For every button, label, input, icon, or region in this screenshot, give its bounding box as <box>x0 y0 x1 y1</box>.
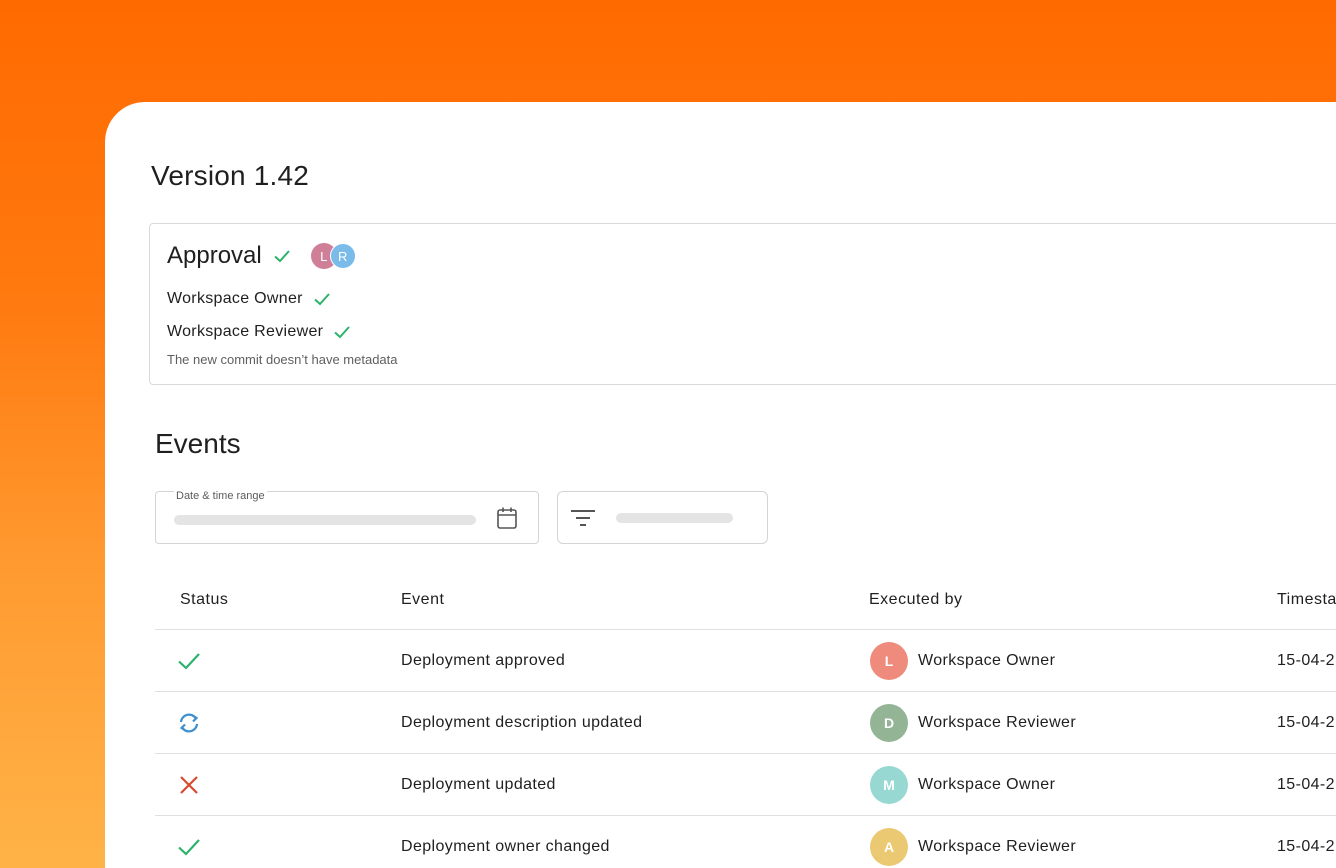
event-name: Deployment updated <box>401 776 556 793</box>
check-icon <box>334 326 351 339</box>
column-header-event[interactable]: Event <box>401 591 444 609</box>
filter-icon[interactable] <box>570 507 596 529</box>
calendar-icon[interactable] <box>496 506 518 530</box>
approver-avatars: L R <box>310 243 356 269</box>
filter-select[interactable] <box>557 491 768 544</box>
timestamp: 15-04-2 <box>1277 776 1335 793</box>
executed-by-name: Workspace Owner <box>918 776 1056 793</box>
timestamp: 15-04-2 <box>1277 714 1335 731</box>
column-header-executed-by[interactable]: Executed by <box>869 591 963 609</box>
approver-name: Workspace Owner <box>167 290 303 307</box>
avatar: M <box>870 766 908 804</box>
event-name: Deployment owner changed <box>401 838 610 855</box>
filter-placeholder <box>616 513 733 523</box>
timestamp: 15-04-2 <box>1277 838 1335 855</box>
executed-by-name: Workspace Owner <box>918 652 1056 669</box>
check-icon <box>274 250 290 263</box>
avatar: L <box>870 642 908 680</box>
approver-workspace-owner: Workspace Owner <box>167 290 331 308</box>
date-range-placeholder <box>174 515 476 525</box>
avatar: R <box>329 243 356 269</box>
close-icon <box>180 776 198 794</box>
avatar: A <box>870 828 908 866</box>
approval-card: Approval L R Workspace Owner Workspace R… <box>149 223 1336 385</box>
page-title: Version 1.42 <box>151 160 310 191</box>
avatar: D <box>870 704 908 742</box>
events-title: Events <box>155 428 241 459</box>
approval-header: Approval L R <box>167 242 356 270</box>
date-range-label: Date & time range <box>174 490 267 502</box>
approval-note: The new commit doesn’t have metadata <box>167 352 398 367</box>
approver-name: Workspace Reviewer <box>167 323 324 340</box>
date-range-field[interactable]: Date & time range <box>155 491 539 544</box>
event-name: Deployment approved <box>401 652 566 669</box>
table-row[interactable]: Deployment approved L Workspace Owner 15… <box>155 630 1336 692</box>
check-icon <box>178 653 200 670</box>
check-icon <box>178 839 200 856</box>
executed-by-name: Workspace Reviewer <box>918 838 1077 855</box>
approver-workspace-reviewer: Workspace Reviewer <box>167 323 351 341</box>
executed-by-name: Workspace Reviewer <box>918 714 1077 731</box>
event-name: Deployment description updated <box>401 714 643 731</box>
table-row[interactable]: Deployment updated M Workspace Owner 15-… <box>155 754 1336 816</box>
main-panel: Version 1.42 Approval L R Workspace Owne… <box>105 102 1336 868</box>
refresh-icon <box>179 713 199 733</box>
approval-title: Approval <box>167 242 262 269</box>
timestamp: 15-04-2 <box>1277 652 1335 669</box>
table-header-row: Status Event Executed by Timesta <box>155 566 1336 630</box>
check-icon <box>314 293 330 306</box>
table-row[interactable]: Deployment description updated D Workspa… <box>155 692 1336 754</box>
table-row[interactable]: Deployment owner changed A Workspace Rev… <box>155 816 1336 868</box>
column-header-status[interactable]: Status <box>180 591 228 609</box>
column-header-timestamp[interactable]: Timesta <box>1277 591 1336 609</box>
events-table: Status Event Executed by Timesta Deploym… <box>155 566 1336 868</box>
